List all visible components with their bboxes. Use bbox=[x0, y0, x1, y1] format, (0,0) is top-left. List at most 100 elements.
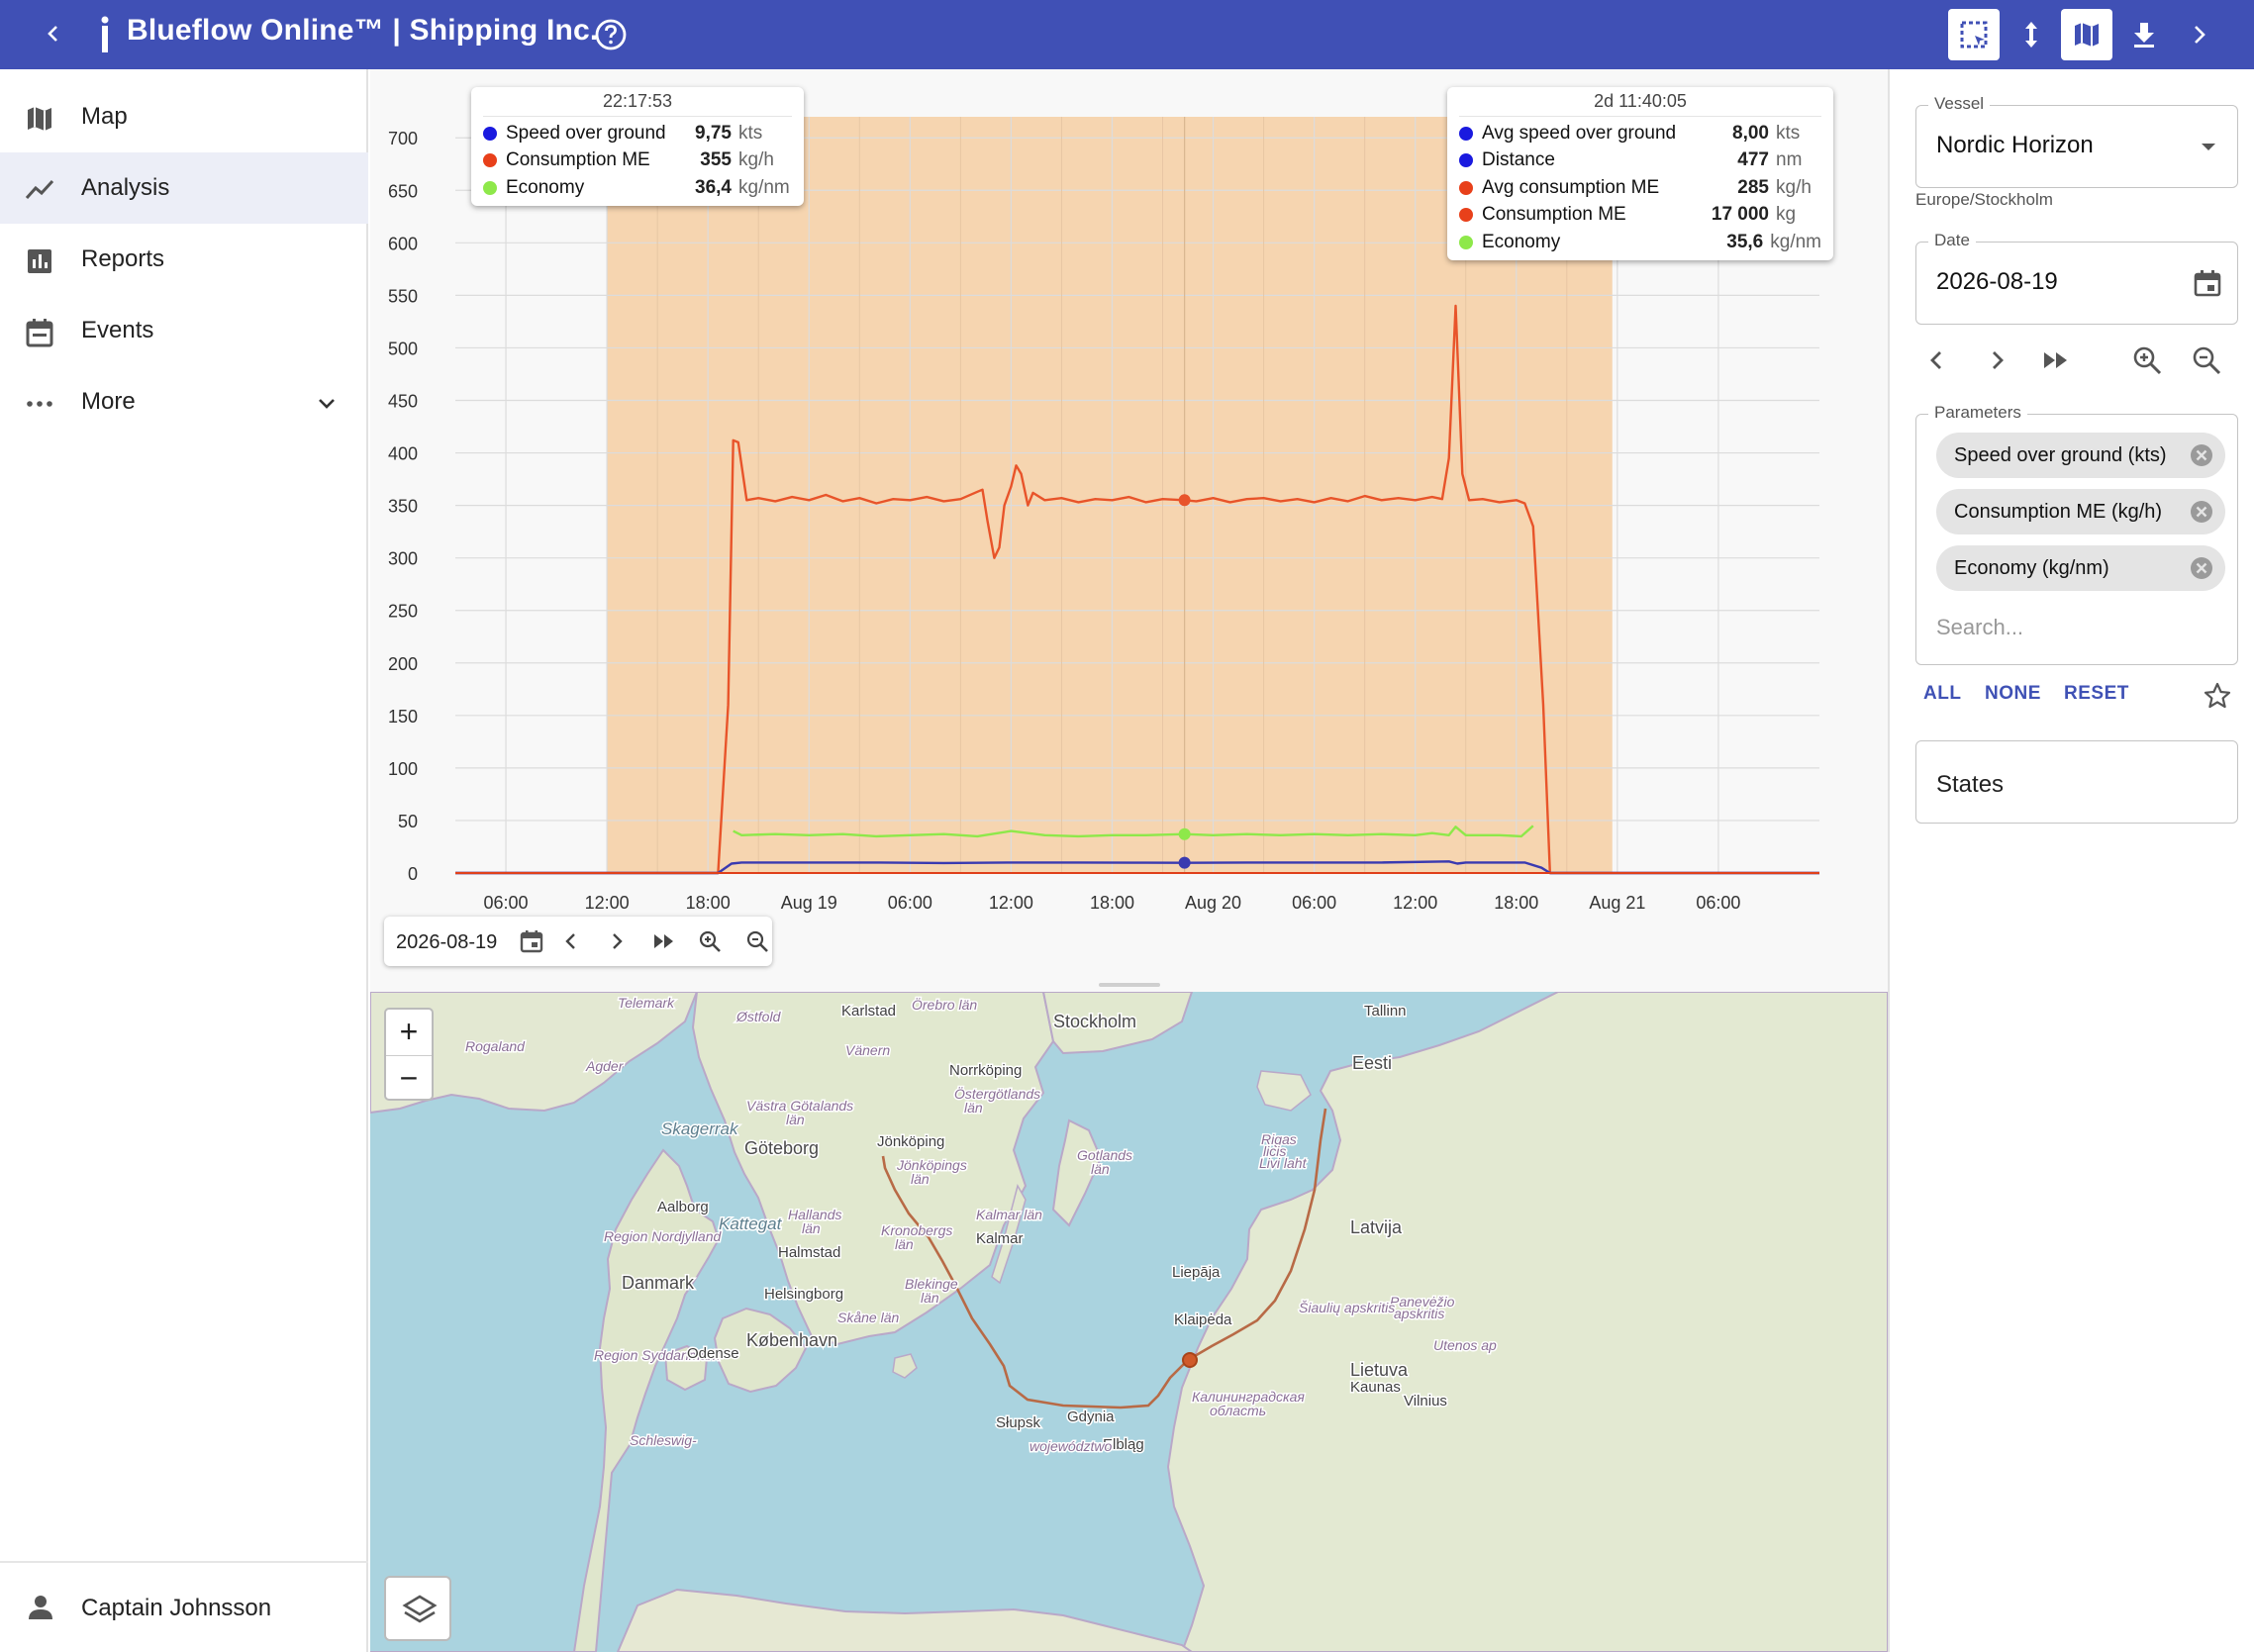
parameters-label: Parameters bbox=[1928, 403, 2027, 423]
tooltip-unit: kg/nm bbox=[738, 176, 790, 198]
series-dot bbox=[483, 153, 497, 168]
remove-chip-icon[interactable] bbox=[2190, 500, 2213, 524]
x-tick-label: 12:00 bbox=[989, 893, 1033, 913]
zoom-out-icon[interactable] bbox=[744, 928, 770, 954]
sidebar-item-events[interactable]: Events bbox=[0, 295, 368, 366]
chart-date-input[interactable]: 2026-08-19 bbox=[396, 931, 497, 954]
zoom-out-icon[interactable] bbox=[2191, 344, 2222, 376]
y-tick-label: 0 bbox=[408, 864, 418, 884]
tooltip-series-name: Economy bbox=[1482, 231, 1561, 252]
chevron-left-icon[interactable] bbox=[558, 928, 584, 954]
parameter-chip[interactable]: Economy (kg/nm) bbox=[1936, 545, 2225, 591]
map-label: Karlstad bbox=[841, 1003, 896, 1020]
y-tick-label: 450 bbox=[388, 392, 418, 412]
tooltip-value: 477 bbox=[1737, 149, 1769, 171]
map-label: Jönköping bbox=[877, 1133, 944, 1150]
remove-chip-icon[interactable] bbox=[2190, 556, 2213, 580]
tooltip-value: 35,6 bbox=[1726, 231, 1764, 252]
control-panel: Vessel Nordic Horizon Europe/Stockholm D… bbox=[1888, 69, 2254, 1652]
fast-forward-icon[interactable] bbox=[2040, 344, 2072, 376]
tooltip-value: 9,75 bbox=[695, 122, 732, 144]
map-layers-button[interactable] bbox=[384, 1576, 451, 1641]
map-label: Šiaulių apskritis bbox=[1299, 1300, 1395, 1315]
tooltip-row: Economy 35,6 kg/nm bbox=[1459, 229, 1821, 256]
chevron-left-icon[interactable] bbox=[1921, 344, 1953, 376]
user-icon bbox=[29, 1596, 52, 1619]
back-button[interactable] bbox=[36, 16, 71, 51]
map-label: apskritis bbox=[1394, 1306, 1444, 1321]
map-label: Skåne län bbox=[837, 1310, 899, 1325]
map-label: Livi laht bbox=[1259, 1155, 1308, 1171]
x-tick-label: 06:00 bbox=[888, 893, 932, 913]
vertical-resize-button[interactable] bbox=[2006, 9, 2057, 60]
sidebar-item-reports[interactable]: Reports bbox=[0, 224, 368, 295]
map-toggle-button[interactable] bbox=[2061, 9, 2112, 60]
parameter-chip[interactable]: Speed over ground (kts) bbox=[1936, 433, 2225, 478]
user-menu[interactable]: Captain Johnsson bbox=[0, 1561, 368, 1652]
x-tick-label: Aug 20 bbox=[1185, 893, 1241, 913]
map-label: Utenos ap bbox=[1433, 1337, 1497, 1353]
parameter-search-input[interactable]: Search... bbox=[1936, 615, 2023, 640]
map-label: Vilnius bbox=[1404, 1393, 1447, 1409]
reset-button[interactable]: RESET bbox=[2064, 683, 2129, 705]
map-label: län bbox=[895, 1236, 914, 1252]
tooltip-row: Distance 477 nm bbox=[1459, 147, 1821, 175]
map-label: Danmark bbox=[622, 1273, 695, 1293]
map-label: Odense bbox=[687, 1345, 739, 1362]
map-label: область bbox=[1210, 1403, 1266, 1418]
tooltip-time: 2d 11:40:05 bbox=[1459, 91, 1821, 117]
date-label: Date bbox=[1928, 231, 1976, 250]
x-tick-label: 18:00 bbox=[686, 893, 731, 913]
help-icon[interactable] bbox=[594, 18, 628, 51]
sidebar-item-more[interactable]: More bbox=[0, 366, 368, 437]
sidebar-item-map[interactable]: Map bbox=[0, 81, 368, 152]
map-label: län bbox=[1091, 1161, 1110, 1177]
map-label: Norrköping bbox=[949, 1062, 1022, 1079]
star-icon[interactable] bbox=[2203, 681, 2232, 711]
map-label: Skagerrak bbox=[661, 1119, 739, 1138]
states-panel[interactable]: States bbox=[1915, 740, 2238, 824]
tooltip-value: 17 000 bbox=[1711, 204, 1769, 226]
collapse-panel-button[interactable] bbox=[2174, 9, 2225, 60]
sidebar-item-analysis[interactable]: Analysis bbox=[0, 152, 368, 224]
chevron-right-icon[interactable] bbox=[604, 928, 630, 954]
x-tick-label: 18:00 bbox=[1090, 893, 1134, 913]
resize-handle[interactable] bbox=[1099, 983, 1160, 987]
tooltip-unit: kg/nm bbox=[1770, 231, 1821, 252]
layers-icon bbox=[402, 1595, 438, 1623]
map-label: län bbox=[911, 1171, 930, 1187]
map-icon bbox=[2075, 23, 2099, 47]
select-all-button[interactable]: ALL bbox=[1923, 683, 1961, 705]
map-label: Schleswig- bbox=[630, 1432, 697, 1448]
date-field[interactable]: Date 2026-08-19 bbox=[1915, 231, 2238, 325]
sidebar: Map Analysis Reports Events More Captain… bbox=[0, 69, 368, 1652]
remove-chip-icon[interactable] bbox=[2190, 443, 2213, 467]
parameter-chip[interactable]: Consumption ME (kg/h) bbox=[1936, 489, 2225, 534]
download-button[interactable] bbox=[2118, 9, 2170, 60]
vessel-select[interactable]: Vessel Nordic Horizon bbox=[1915, 94, 2238, 188]
calendar-icon[interactable] bbox=[2192, 267, 2223, 299]
map-label: Østfold bbox=[735, 1009, 782, 1024]
fast-forward-icon[interactable] bbox=[651, 928, 677, 954]
calendar-icon[interactable] bbox=[519, 928, 544, 954]
tooltip-unit: kts bbox=[1776, 122, 1801, 144]
map-icon bbox=[28, 107, 51, 131]
download-icon bbox=[2134, 23, 2154, 48]
vessel-label: Vessel bbox=[1928, 94, 1991, 114]
chevron-right-icon[interactable] bbox=[1981, 344, 2012, 376]
map-label: Lietuva bbox=[1350, 1360, 1409, 1380]
app-title: Blueflow Online™ | Shipping Inc. bbox=[127, 14, 599, 47]
select-none-button[interactable]: NONE bbox=[1985, 683, 2041, 705]
map-label: Latvija bbox=[1350, 1217, 1403, 1237]
zoom-out-button[interactable]: − bbox=[386, 1055, 432, 1100]
map-view[interactable]: Telemark Østfold Karlstad Örebro län Stockho… bbox=[370, 992, 1888, 1652]
map-label: Kaunas bbox=[1350, 1379, 1401, 1396]
zoom-in-button[interactable]: + bbox=[386, 1010, 432, 1054]
vessel-position-marker bbox=[1182, 1352, 1198, 1368]
map-label: län bbox=[964, 1100, 983, 1116]
y-tick-label: 600 bbox=[388, 234, 418, 253]
zoom-in-icon[interactable] bbox=[2131, 344, 2163, 376]
select-region-button[interactable] bbox=[1948, 9, 2000, 60]
zoom-in-icon[interactable] bbox=[697, 928, 723, 954]
x-tick-label: Aug 21 bbox=[1589, 893, 1645, 913]
